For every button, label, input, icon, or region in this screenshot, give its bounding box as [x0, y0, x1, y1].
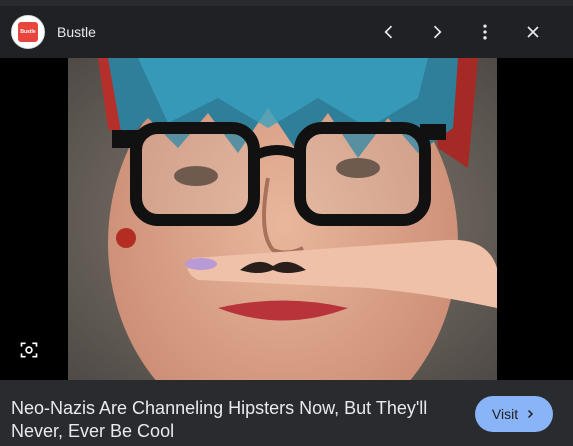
visit-label: Visit — [491, 406, 519, 422]
next-button[interactable] — [421, 16, 453, 48]
close-icon — [527, 26, 539, 38]
chevron-right-icon — [528, 409, 534, 419]
close-button[interactable] — [517, 16, 549, 48]
photo-illustration — [68, 58, 497, 380]
source-logo[interactable]: Bustle — [11, 15, 45, 49]
viewer-header: Bustle Bustle — [0, 0, 573, 58]
previous-button[interactable] — [373, 16, 405, 48]
source-name[interactable]: Bustle — [57, 24, 96, 40]
more-vert-icon — [483, 24, 487, 40]
lens-search-icon — [20, 342, 38, 358]
preview-image[interactable] — [68, 58, 497, 380]
more-options-button[interactable] — [469, 16, 501, 48]
visit-button[interactable]: Visit — [475, 396, 553, 432]
logo-text: Bustle — [20, 29, 36, 35]
header-strip — [0, 0, 573, 6]
bustle-logo-icon: Bustle — [18, 22, 38, 42]
caption-bar: Neo-Nazis Are Channeling Hipsters Now, B… — [0, 380, 573, 446]
lens-search-button[interactable] — [15, 336, 43, 364]
chevron-left-icon — [384, 25, 393, 39]
chevron-right-icon — [433, 25, 442, 39]
image-viewer — [0, 58, 573, 380]
article-title[interactable]: Neo-Nazis Are Channeling Hipsters Now, B… — [11, 397, 451, 443]
